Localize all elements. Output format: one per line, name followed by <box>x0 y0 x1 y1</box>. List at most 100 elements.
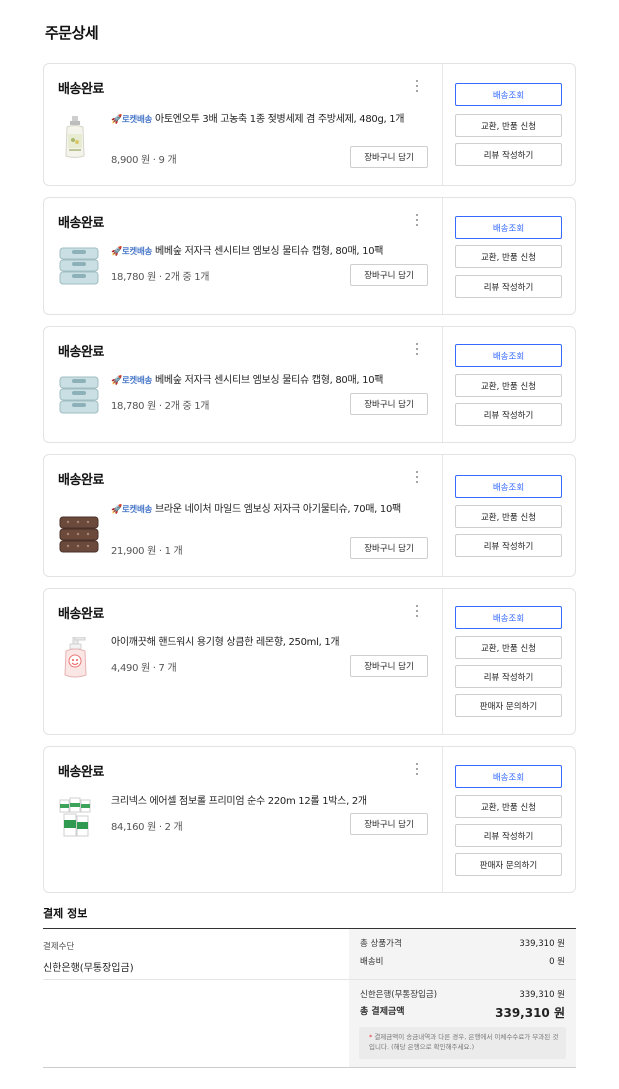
add-to-cart-button[interactable]: 장바구니 담기 <box>350 146 428 168</box>
payment-notice-text: 결제금액이 송금내역과 다른 경우, 은행에서 이체수수료가 부과된 것 입니다… <box>369 1033 559 1051</box>
total-value: 339,310 원 <box>495 1006 565 1020</box>
product-image[interactable] <box>58 796 94 838</box>
track-delivery-button[interactable]: 배송조회 <box>455 83 562 106</box>
add-to-cart-button[interactable]: 장바구니 담기 <box>350 393 428 415</box>
order-card: 배송완료 🚀로켓배송 브라운 네이처 마일드 엠보싱 저자극 아기물티슈, 70매… <box>43 454 576 577</box>
product-name-text: 아토엔오투 3배 고농축 1종 젖병세제 겸 주방세제, 480g, 1개 <box>155 114 405 125</box>
divider <box>442 327 443 442</box>
write-review-button[interactable]: 리뷰 작성하기 <box>455 665 562 688</box>
product-price: 21,900 원 · 1 개 <box>111 546 183 557</box>
more-options-icon[interactable] <box>412 761 422 777</box>
more-options-icon[interactable] <box>412 212 422 228</box>
product-price: 4,490 원 · 7 개 <box>111 663 177 674</box>
product-name[interactable]: 아이깨끗해 핸드워시 용기형 상큼한 레몬향, 250ml, 1개 <box>111 635 429 651</box>
write-review-button[interactable]: 리뷰 작성하기 <box>455 143 562 166</box>
product-name-text: 아이깨끗해 핸드워시 용기형 상큼한 레몬향, 250ml, 1개 <box>111 637 340 648</box>
rocket-icon: 🚀 <box>111 247 122 257</box>
rocket-icon: 🚀 <box>111 505 122 515</box>
product-image[interactable] <box>58 515 100 557</box>
product-image[interactable] <box>58 116 94 158</box>
rocket-icon: 🚀 <box>111 115 122 125</box>
rocket-badge: 🚀로켓배송 <box>111 247 152 257</box>
order-card: 배송완료 🚀로켓배송 베베숲 저자극 센시티브 엠보싱 물티슈 캡형, 80매, … <box>43 326 576 443</box>
shipping-value: 0 원 <box>549 957 565 967</box>
divider <box>442 198 443 314</box>
order-card: 배송완료 🚀로켓배송 아토엔오투 3배 고농축 1종 젖병세제 겸 주방세제, 4… <box>43 63 576 186</box>
more-options-icon[interactable] <box>412 341 422 357</box>
bank-amount: 339,310 원 <box>519 990 565 1000</box>
rocket-badge: 🚀로켓배송 <box>111 505 152 515</box>
bank-row: 신한은행(무통장입금) 339,310 원 <box>360 988 565 1000</box>
add-to-cart-button[interactable]: 장바구니 담기 <box>350 655 428 677</box>
divider <box>442 64 443 185</box>
order-status: 배송완료 <box>58 765 104 780</box>
divider <box>43 1067 576 1068</box>
exchange-return-button[interactable]: 교환, 반품 신청 <box>455 245 562 268</box>
divider <box>349 979 576 980</box>
order-status: 배송완료 <box>58 82 104 97</box>
product-price: 84,160 원 · 2 개 <box>111 822 183 833</box>
rocket-icon: 🚀 <box>111 376 122 386</box>
rocket-label: 로켓배송 <box>121 505 152 515</box>
exchange-return-button[interactable]: 교환, 반품 신청 <box>455 114 562 137</box>
payment-method-value: 신한은행(무통장입금) <box>43 963 134 974</box>
write-review-button[interactable]: 리뷰 작성하기 <box>455 275 562 298</box>
divider <box>442 589 443 734</box>
track-delivery-button[interactable]: 배송조회 <box>455 475 562 498</box>
total-label: 총 결제금액 <box>360 1007 405 1017</box>
product-image[interactable] <box>58 636 94 679</box>
rocket-label: 로켓배송 <box>121 247 152 257</box>
rocket-badge: 🚀로켓배송 <box>111 115 152 125</box>
exchange-return-button[interactable]: 교환, 반품 신청 <box>455 374 562 397</box>
product-image[interactable] <box>58 373 100 415</box>
track-delivery-button[interactable]: 배송조회 <box>455 765 562 788</box>
divider <box>43 979 349 980</box>
add-to-cart-button[interactable]: 장바구니 담기 <box>350 264 428 286</box>
rocket-label: 로켓배송 <box>121 115 152 125</box>
add-to-cart-button[interactable]: 장바구니 담기 <box>350 813 428 835</box>
order-card: 배송완료 크리넥스 에어셀 점보롤 프리미엄 순수 220m 12롤 1박스, … <box>43 746 576 893</box>
more-options-icon[interactable] <box>412 78 422 94</box>
rocket-label: 로켓배송 <box>121 376 152 386</box>
exchange-return-button[interactable]: 교환, 반품 신청 <box>455 505 562 528</box>
exchange-return-button[interactable]: 교환, 반품 신청 <box>455 636 562 659</box>
more-options-icon[interactable] <box>412 469 422 485</box>
write-review-button[interactable]: 리뷰 작성하기 <box>455 534 562 557</box>
track-delivery-button[interactable]: 배송조회 <box>455 344 562 367</box>
product-price: 18,780 원 · 2개 중 1개 <box>111 401 210 412</box>
order-card: 배송완료 🚀로켓배송 베베숲 저자극 센시티브 엠보싱 물티슈 캡형, 80매, … <box>43 197 576 315</box>
page-title: 주문상세 <box>45 24 99 42</box>
total-row: 총 결제금액 339,310 원 <box>360 1004 565 1021</box>
track-delivery-button[interactable]: 배송조회 <box>455 216 562 239</box>
product-name-text: 크리넥스 에어셀 점보롤 프리미엄 순수 220m 12롤 1박스, 2개 <box>111 796 367 807</box>
order-card: 배송완료 아이깨끗해 핸드워시 용기형 상큼한 레몬향, 250ml, 1개 4… <box>43 588 576 735</box>
shipping-row: 배송비 0 원 <box>360 955 565 967</box>
track-delivery-button[interactable]: 배송조회 <box>455 606 562 629</box>
divider <box>442 747 443 892</box>
product-name-text: 베베숲 저자극 센시티브 엠보싱 물티슈 캡형, 80매, 10팩 <box>155 375 384 386</box>
exchange-return-button[interactable]: 교환, 반품 신청 <box>455 795 562 818</box>
asterisk-icon: * <box>369 1033 373 1041</box>
contact-seller-button[interactable]: 판매자 문의하기 <box>455 853 562 876</box>
shipping-label: 배송비 <box>360 957 384 967</box>
write-review-button[interactable]: 리뷰 작성하기 <box>455 824 562 847</box>
product-name-text: 브라운 네이처 마일드 엠보싱 저자극 아기물티슈, 70매, 10팩 <box>155 504 401 515</box>
order-status: 배송완료 <box>58 216 104 231</box>
product-name[interactable]: 🚀로켓배송 베베숲 저자극 센시티브 엠보싱 물티슈 캡형, 80매, 10팩 <box>111 244 429 260</box>
product-name[interactable]: 🚀로켓배송 베베숲 저자극 센시티브 엠보싱 물티슈 캡형, 80매, 10팩 <box>111 373 429 389</box>
order-status: 배송완료 <box>58 473 104 488</box>
write-review-button[interactable]: 리뷰 작성하기 <box>455 403 562 426</box>
product-image[interactable] <box>58 244 100 286</box>
contact-seller-button[interactable]: 판매자 문의하기 <box>455 694 562 717</box>
payment-notice: * 결제금액이 송금내역과 다른 경우, 은행에서 이체수수료가 부과된 것 입… <box>359 1027 566 1059</box>
product-total-row: 총 상품가격 339,310 원 <box>360 937 565 949</box>
product-name[interactable]: 크리넥스 에어셀 점보롤 프리미엄 순수 220m 12롤 1박스, 2개 <box>111 794 429 810</box>
product-price: 18,780 원 · 2개 중 1개 <box>111 272 210 283</box>
product-price: 8,900 원 · 9 개 <box>111 155 177 166</box>
product-name[interactable]: 🚀로켓배송 브라운 네이처 마일드 엠보싱 저자극 아기물티슈, 70매, 10팩 <box>111 502 429 518</box>
more-options-icon[interactable] <box>412 603 422 619</box>
rocket-badge: 🚀로켓배송 <box>111 376 152 386</box>
product-total-value: 339,310 원 <box>519 939 565 949</box>
product-name[interactable]: 🚀로켓배송 아토엔오투 3배 고농축 1종 젖병세제 겸 주방세제, 480g, … <box>111 112 429 128</box>
add-to-cart-button[interactable]: 장바구니 담기 <box>350 537 428 559</box>
